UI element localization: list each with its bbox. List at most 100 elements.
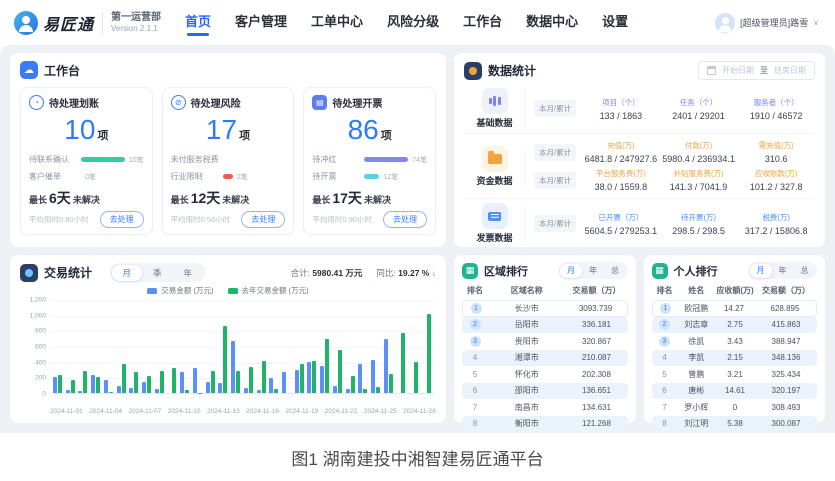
- bar-group[interactable]: [193, 368, 202, 393]
- stat-metric: 已开票（万）5604.5 / 279253.1: [582, 212, 660, 236]
- personal-rank-title: 个人排行: [674, 263, 718, 279]
- rank-table-row[interactable]: 3贵阳市320.867: [462, 333, 628, 350]
- bar-group[interactable]: [422, 314, 431, 393]
- current-bar: [320, 366, 324, 393]
- bar-group[interactable]: [142, 376, 151, 393]
- current-bar: [384, 339, 388, 393]
- bar-group[interactable]: [78, 371, 87, 393]
- period-pill: 本月/累计: [534, 172, 576, 189]
- date-range-picker[interactable]: 开始日期 至 结束日期: [698, 61, 815, 80]
- bar-group[interactable]: [155, 371, 164, 393]
- nav-item-工作台[interactable]: 工作台: [463, 7, 502, 38]
- nav-item-工单中心[interactable]: 工单中心: [311, 7, 363, 38]
- rank-table-row[interactable]: 1欧冠鹏14.27628.895: [652, 300, 818, 317]
- user-menu[interactable]: [超级管理员]路雪 ∨: [715, 13, 819, 33]
- go-handle-button[interactable]: 去处理: [100, 211, 144, 228]
- last-year-bar: [401, 333, 405, 393]
- current-bar: [155, 389, 159, 393]
- nav-item-设置[interactable]: 设置: [602, 7, 628, 38]
- bar-group[interactable]: [371, 360, 380, 393]
- bar-group[interactable]: [104, 380, 113, 393]
- rank-receivable: 3.21: [715, 370, 755, 379]
- bar-group[interactable]: [320, 339, 329, 393]
- region-tab-总[interactable]: 总: [604, 264, 626, 278]
- risk-card-icon: ⊘: [171, 95, 186, 110]
- rank-table-row[interactable]: 5怀化市202.308: [462, 366, 628, 383]
- rank-table-row[interactable]: 5曾鹏3.21325.434: [652, 366, 818, 383]
- app-version: Version 2.1.1: [111, 24, 161, 33]
- date-separator: 至: [760, 65, 768, 76]
- bar-group[interactable]: [167, 368, 176, 393]
- transactions-tab-年[interactable]: 年: [173, 265, 204, 281]
- rank-table-row[interactable]: 2岳阳市336.181: [462, 317, 628, 334]
- bar-group[interactable]: [66, 380, 75, 393]
- stat-metric-value: 317.2 / 15806.8: [737, 226, 815, 236]
- pending-unit: 项: [97, 130, 108, 142]
- rank-table-row[interactable]: 3徐凯3.43388.947: [652, 333, 818, 350]
- rank-table-row[interactable]: 7南昌市134.631: [462, 399, 628, 416]
- stat-metric-value: 5604.5 / 279253.1: [582, 226, 660, 236]
- nav-item-客户管理[interactable]: 客户管理: [235, 7, 287, 38]
- rank-table-row[interactable]: 7罗小辉0308.493: [652, 399, 818, 416]
- bar-group[interactable]: [244, 367, 253, 393]
- go-handle-button[interactable]: 去处理: [383, 211, 427, 228]
- top-navigation-bar: 易匠通 第一运营部 Version 2.1.1 首页客户管理工单中心风险分级工作…: [0, 0, 835, 45]
- rank-table-row[interactable]: 4李凯2.15348.136: [652, 350, 818, 367]
- end-date-input[interactable]: 结束日期: [774, 65, 806, 76]
- period-pill: 本月/累计: [534, 144, 576, 161]
- start-date-input[interactable]: 开始日期: [722, 65, 754, 76]
- rank-table-row[interactable]: 1长沙市3093.739: [462, 300, 628, 317]
- rank-table-row[interactable]: 8刘江明5.38300.087: [652, 416, 818, 433]
- bar-group[interactable]: [231, 341, 240, 393]
- last-year-bar: [312, 361, 316, 393]
- bar-group[interactable]: [257, 361, 266, 394]
- transactions-title: 交易统计: [44, 264, 92, 281]
- rank-badge: 3: [470, 336, 481, 347]
- region-tab-年[interactable]: 年: [582, 264, 604, 278]
- rank-table-row[interactable]: 6唐彬14.61320.197: [652, 383, 818, 400]
- nav-item-风险分级[interactable]: 风险分级: [387, 7, 439, 38]
- bar-group[interactable]: [206, 371, 215, 393]
- last-year-bar: [134, 372, 138, 393]
- last-year-bar: [122, 364, 126, 393]
- nav-item-数据中心[interactable]: 数据中心: [526, 7, 578, 38]
- bar-group[interactable]: [282, 372, 291, 393]
- bar-group[interactable]: [117, 364, 126, 393]
- rank-table-row[interactable]: 2刘志章2.75415.863: [652, 317, 818, 334]
- region-tab-月[interactable]: 月: [560, 264, 582, 278]
- bar-group[interactable]: [358, 364, 367, 393]
- rank-table-row[interactable]: 6邵阳市136.651: [462, 383, 628, 400]
- personal-tab-总[interactable]: 总: [794, 264, 816, 278]
- stat-metric-header: 付款(万): [660, 140, 738, 151]
- rank-number: 6: [662, 386, 666, 395]
- bar-group[interactable]: [346, 376, 355, 393]
- transactions-tab-季[interactable]: 季: [142, 265, 173, 281]
- nav-item-首页[interactable]: 首页: [185, 7, 211, 38]
- bar-group[interactable]: [269, 378, 278, 393]
- bar-group[interactable]: [295, 364, 304, 393]
- stat-metric: 税费(万)317.2 / 15806.8: [737, 212, 815, 236]
- personal-tab-月[interactable]: 月: [750, 264, 772, 278]
- bar-group[interactable]: [333, 350, 342, 393]
- bar-group[interactable]: [384, 339, 393, 393]
- bar-group[interactable]: [307, 361, 316, 393]
- rank-table-row[interactable]: 8衡阳市121.268: [462, 416, 628, 433]
- bar-group[interactable]: [218, 326, 227, 393]
- rank-number: 7: [662, 403, 666, 412]
- rank-receivable: 0: [715, 403, 755, 412]
- transfer-card-icon: ◔: [29, 95, 44, 110]
- bar-group[interactable]: [53, 375, 62, 393]
- personal-tab-年[interactable]: 年: [772, 264, 794, 278]
- transactions-tab-月[interactable]: 月: [112, 265, 143, 281]
- bar-group[interactable]: [129, 372, 138, 393]
- rank-number: 4: [473, 353, 477, 362]
- bar-group[interactable]: [396, 333, 405, 393]
- progress-bar: [81, 157, 125, 162]
- rank-name: 岳阳市: [488, 319, 566, 330]
- bar-group[interactable]: [409, 362, 418, 393]
- figure-caption: 图1 湖南建投中湘智建易匠通平台: [291, 445, 543, 470]
- rank-table-row[interactable]: 4湘潭市210.087: [462, 350, 628, 367]
- go-handle-button[interactable]: 去处理: [241, 211, 285, 228]
- bar-group[interactable]: [180, 372, 189, 393]
- bar-group[interactable]: [91, 375, 100, 393]
